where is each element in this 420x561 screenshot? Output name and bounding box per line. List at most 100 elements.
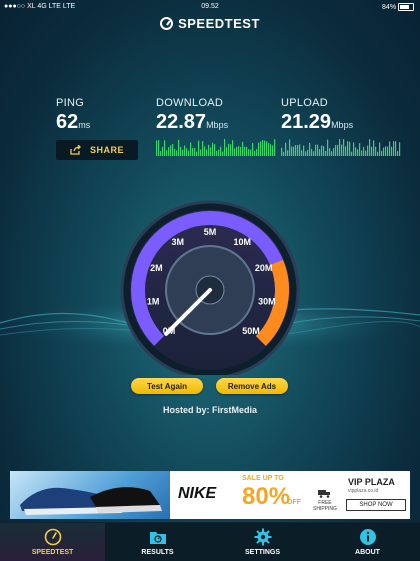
- tab-results[interactable]: RESULTS: [105, 523, 210, 561]
- sparkline-bar: [335, 145, 337, 156]
- sparkline-bar: [168, 147, 170, 156]
- shoe-illustration: [20, 487, 162, 515]
- ad-banner[interactable]: NIKE SALE UP TO 80% OFF FREE SHIPPING VI…: [10, 471, 410, 519]
- sparkline-bar: [303, 145, 305, 156]
- battery-status: 84%: [382, 3, 414, 11]
- sparkline-bar: [341, 144, 343, 156]
- nike-logo: NIKE: [178, 485, 217, 502]
- sparkline-bar: [329, 148, 331, 156]
- sparkline-bar: [299, 144, 301, 156]
- gauge-tick-label: 10M: [233, 237, 251, 247]
- share-label: SHARE: [89, 145, 124, 155]
- sparkline-bar: [357, 149, 359, 156]
- sparkline-bar: [170, 145, 172, 156]
- sparkline-bar: [317, 144, 319, 156]
- sparkline-bar: [305, 151, 307, 156]
- sparkline-bar: [397, 151, 399, 156]
- speedometer-icon: [44, 528, 61, 546]
- sparkline-bar: [174, 148, 176, 156]
- app-header: SPEEDTEST: [0, 16, 420, 35]
- sparkline-bar: [289, 139, 291, 156]
- download-label: DOWNLOAD: [156, 97, 224, 109]
- sparkline-bar: [226, 147, 228, 156]
- sparkline-bar: [234, 148, 236, 156]
- battery-percent: 84%: [382, 3, 397, 11]
- sparkline-bar: [301, 150, 303, 156]
- sparkline-bar: [274, 139, 276, 156]
- sparkline-bar: [172, 143, 174, 156]
- sparkline-bar: [379, 142, 381, 156]
- upload-unit: Mbps: [331, 120, 354, 130]
- tab-about-label: ABOUT: [355, 549, 380, 556]
- sparkline-bar: [307, 149, 309, 156]
- app-logo: SPEEDTEST: [160, 16, 260, 31]
- gauge-tick-label: 1M: [147, 296, 160, 306]
- ad-store-name: VIP PLAZA: [348, 477, 395, 487]
- sparkline-bar: [270, 144, 272, 156]
- test-again-label: Test Again: [146, 381, 187, 391]
- download-sparkline: [156, 139, 276, 156]
- sparkline-bar: [309, 143, 311, 156]
- sparkline-bar: [232, 140, 234, 156]
- sparkline-bar: [252, 142, 254, 156]
- sparkline-bar: [268, 142, 270, 156]
- ad-shop-now-button[interactable]: SHOP NOW: [346, 499, 406, 511]
- sparkline-bar: [180, 146, 182, 156]
- sparkline-bar: [206, 149, 208, 156]
- sparkline-bar: [373, 140, 375, 156]
- sparkline-bar: [224, 139, 226, 156]
- upload-value-row: 21.29Mbps: [281, 111, 401, 134]
- sparkline-bar: [176, 150, 178, 156]
- tab-speedtest[interactable]: SPEEDTEST: [0, 523, 105, 561]
- sparkline-bar: [188, 150, 190, 156]
- info-icon: [359, 529, 376, 545]
- ad-sale-text: SALE UP TO: [242, 475, 284, 482]
- sparkline-bar: [337, 144, 339, 156]
- sparkline-bar: [244, 146, 246, 156]
- sparkline-bar: [381, 150, 383, 156]
- sparkline-bar: [230, 144, 232, 156]
- download-unit: Mbps: [206, 120, 229, 130]
- sparkline-bar: [353, 142, 355, 156]
- sparkline-bar: [385, 146, 387, 156]
- sparkline-bar: [347, 141, 349, 156]
- remove-ads-button[interactable]: Remove Ads: [216, 378, 288, 394]
- status-bar: ●●●○○ XL 4G LTE LTE 09.52 84%: [0, 0, 420, 14]
- sparkline-bar: [349, 141, 351, 156]
- sparkline-bar: [363, 146, 365, 156]
- sparkline-bar: [365, 150, 367, 156]
- ping-value-row: 62ms: [56, 111, 90, 134]
- ad-shop-now-label: SHOP NOW: [359, 502, 393, 508]
- sparkline-bar: [387, 146, 389, 156]
- sparkline-bar: [351, 151, 353, 156]
- sparkline-bar: [220, 146, 222, 156]
- gauge-tick-label: 5M: [204, 227, 217, 237]
- ad-off-text: OFF: [287, 499, 301, 506]
- truck-icon: [317, 490, 330, 498]
- tab-settings-label: SETTINGS: [244, 549, 280, 556]
- sparkline-bar: [359, 143, 361, 156]
- upload-value: 21.29: [281, 111, 332, 133]
- test-again-button[interactable]: Test Again: [131, 378, 203, 394]
- tab-settings[interactable]: SETTINGS: [210, 523, 315, 561]
- gauge-tick-label: 3M: [172, 237, 185, 247]
- sparkline-bar: [327, 139, 329, 156]
- share-button[interactable]: SHARE: [56, 140, 138, 160]
- sparkline-bar: [214, 144, 216, 156]
- download-metric: DOWNLOAD 22.87Mbps: [156, 97, 276, 161]
- remove-ads-label: Remove Ads: [227, 381, 277, 391]
- ping-label: PING: [56, 97, 85, 109]
- sparkline-bar: [216, 150, 218, 156]
- sparkline-bar: [393, 141, 395, 156]
- sparkline-bar: [162, 146, 164, 156]
- tab-about[interactable]: ABOUT: [315, 523, 420, 561]
- sparkline-bar: [262, 140, 264, 156]
- sparkline-bar: [287, 150, 289, 156]
- battery-icon: [398, 3, 414, 11]
- sparkline-bar: [339, 139, 341, 156]
- gear-icon: [254, 528, 271, 546]
- ping-unit: ms: [78, 120, 91, 130]
- sparkline-bar: [281, 147, 283, 156]
- sparkline-bar: [178, 139, 180, 156]
- sparkline-bar: [355, 147, 357, 156]
